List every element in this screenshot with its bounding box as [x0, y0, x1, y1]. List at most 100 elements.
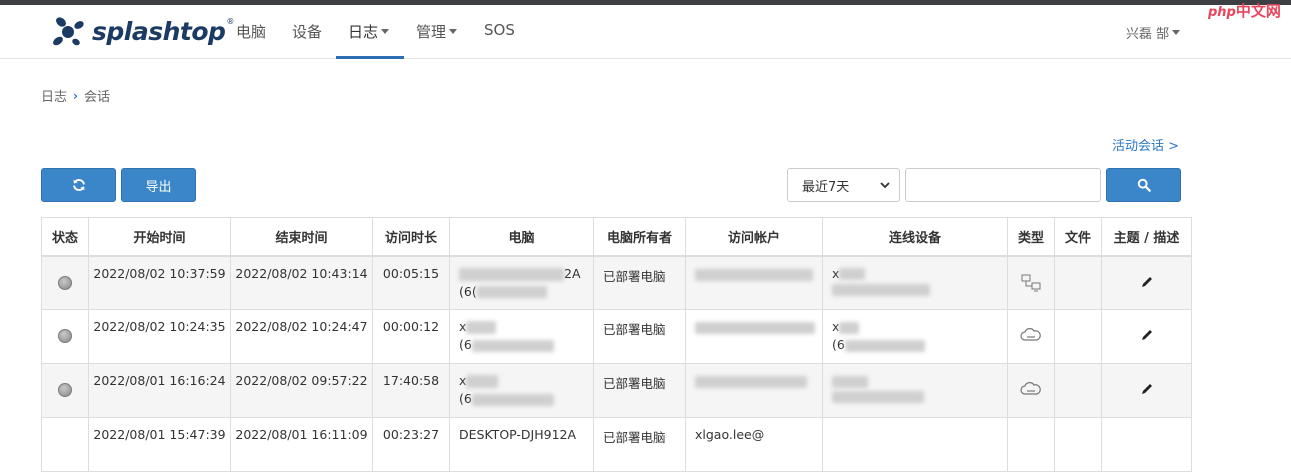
- owner-cell: 已部署电脑: [593, 309, 686, 364]
- redacted-text: [832, 391, 924, 403]
- header-account[interactable]: 访问帐户: [685, 217, 823, 257]
- refresh-icon: [72, 179, 85, 191]
- table-header-row: 状态 开始时间 结束时间 访问时长 电脑 电脑所有者 访问帐户 连线设备 类型 …: [41, 217, 1192, 257]
- device-cell: x (6: [822, 309, 1008, 364]
- active-sessions-link[interactable]: 活动会话 >: [1112, 135, 1179, 154]
- date-range-select[interactable]: 最近7天: [787, 168, 900, 202]
- nav-management-label: 管理: [416, 23, 447, 41]
- end-time-cell: 2022/08/02 10:24:47: [230, 309, 373, 364]
- header-device[interactable]: 连线设备: [822, 217, 1008, 257]
- chevron-down-icon: [449, 29, 458, 34]
- device-cell: x: [822, 255, 1008, 310]
- subject-cell: [1101, 309, 1192, 364]
- redacted-text: [695, 376, 807, 388]
- top-navbar: splashtop ® 电脑 设备 日志 管理 SOS 兴磊 郜: [0, 5, 1291, 59]
- table-row[interactable]: 2022/08/01 16:16:24 2022/08/02 09:57:22 …: [41, 363, 1192, 418]
- date-range-value: 最近7天: [802, 179, 850, 195]
- header-start-time[interactable]: 开始时间: [88, 217, 231, 257]
- header-owner[interactable]: 电脑所有者: [593, 217, 686, 257]
- chevron-down-icon: [1172, 30, 1181, 35]
- search-input[interactable]: [905, 168, 1101, 202]
- table-row[interactable]: 2022/08/02 10:37:59 2022/08/02 10:43:14 …: [41, 255, 1192, 310]
- computer-id-prefix: (6: [459, 337, 472, 352]
- duration-cell: 17:40:58: [372, 363, 450, 418]
- redacted-text: [476, 286, 547, 298]
- redacted-text: [459, 267, 564, 281]
- redacted-text: [839, 321, 860, 334]
- computer-id-prefix: (6(: [459, 283, 477, 299]
- nav-sos-label: SOS: [484, 21, 515, 39]
- device-cell: [822, 417, 1008, 472]
- duration-cell: 00:23:27: [372, 417, 450, 472]
- account-cell: xlgao.lee@: [685, 417, 823, 472]
- table-row[interactable]: 2022/08/02 10:24:35 2022/08/02 10:24:47 …: [41, 309, 1192, 364]
- user-menu[interactable]: 兴磊 郜: [1126, 23, 1181, 42]
- start-time-cell: 2022/08/02 10:24:35: [88, 309, 231, 364]
- computer-name-tail: 2A: [564, 265, 581, 281]
- type-cell: [1007, 363, 1055, 418]
- nav-devices[interactable]: 设备: [292, 21, 322, 42]
- file-cell: [1054, 363, 1102, 418]
- status-indicator: [58, 275, 72, 290]
- type-cell: [1007, 417, 1055, 472]
- header-duration[interactable]: 访问时长: [372, 217, 450, 257]
- table-row[interactable]: 2022/08/01 15:47:39 2022/08/01 16:11:09 …: [41, 417, 1192, 472]
- redacted-text: [695, 322, 815, 334]
- search-button[interactable]: [1106, 168, 1181, 202]
- end-time-cell: 2022/08/02 10:43:14: [230, 255, 373, 310]
- watermark-prefix: php: [1208, 5, 1236, 20]
- owner-cell: 已部署电脑: [593, 255, 686, 310]
- breadcrumb: 日志 › 会话: [41, 86, 110, 106]
- pencil-icon[interactable]: [1140, 328, 1154, 342]
- watermark: php中文网: [1208, 0, 1281, 21]
- start-time-cell: 2022/08/01 16:16:24: [88, 363, 231, 418]
- redacted-text: [832, 283, 930, 296]
- chevron-right-icon: ›: [73, 88, 78, 103]
- account-cell: [685, 309, 823, 364]
- computer-cell: x (6: [449, 309, 594, 364]
- subject-cell: [1101, 255, 1192, 310]
- owner-cell: 已部署电脑: [593, 417, 686, 472]
- nav-active-indicator: [336, 56, 404, 59]
- duration-cell: 00:00:12: [372, 309, 450, 364]
- nav-management[interactable]: 管理: [416, 21, 458, 42]
- header-status[interactable]: 状态: [41, 217, 89, 257]
- export-button-label: 导出: [145, 179, 172, 195]
- splashtop-logo-icon: [53, 17, 84, 46]
- header-file[interactable]: 文件: [1054, 217, 1102, 257]
- start-time-cell: 2022/08/02 10:37:59: [88, 255, 231, 310]
- status-indicator: [58, 383, 72, 397]
- status-cell: [41, 417, 89, 472]
- splashtop-logo[interactable]: splashtop ®: [48, 13, 234, 49]
- registered-mark: ®: [226, 16, 235, 26]
- cloud-link-icon: [1020, 328, 1041, 341]
- header-computer[interactable]: 电脑: [449, 217, 594, 257]
- search-icon: [1137, 178, 1151, 192]
- account-cell: [685, 363, 823, 418]
- watermark-text: 中文网: [1235, 2, 1281, 20]
- redacted-text: [844, 339, 925, 352]
- redacted-text: [466, 321, 497, 334]
- nav-computers[interactable]: 电脑: [236, 21, 266, 42]
- pencil-icon[interactable]: [1140, 275, 1154, 289]
- nav-computers-label: 电脑: [236, 23, 267, 41]
- device-cell: [822, 363, 1008, 418]
- pencil-icon[interactable]: [1140, 382, 1154, 396]
- redacted-text: [471, 393, 554, 406]
- nav-sos[interactable]: SOS: [484, 21, 515, 39]
- header-subject[interactable]: 主题 / 描述: [1101, 217, 1192, 257]
- subject-cell: [1101, 417, 1192, 472]
- export-button[interactable]: 导出: [121, 168, 196, 202]
- header-type[interactable]: 类型: [1007, 217, 1055, 257]
- user-name: 兴磊 郜: [1126, 27, 1170, 42]
- breadcrumb-parent[interactable]: 日志: [41, 86, 67, 105]
- brand-name: splashtop: [92, 16, 226, 46]
- refresh-button[interactable]: [41, 168, 116, 202]
- nav-logs[interactable]: 日志: [348, 21, 390, 42]
- computer-name-prefix: x: [459, 319, 467, 334]
- computer-cell: 2A (6(: [449, 255, 594, 310]
- computer-id-prefix: (6: [459, 391, 472, 406]
- lan-computer-icon: [1021, 274, 1041, 291]
- computer-cell: x (6: [449, 363, 594, 418]
- header-end-time[interactable]: 结束时间: [230, 217, 373, 257]
